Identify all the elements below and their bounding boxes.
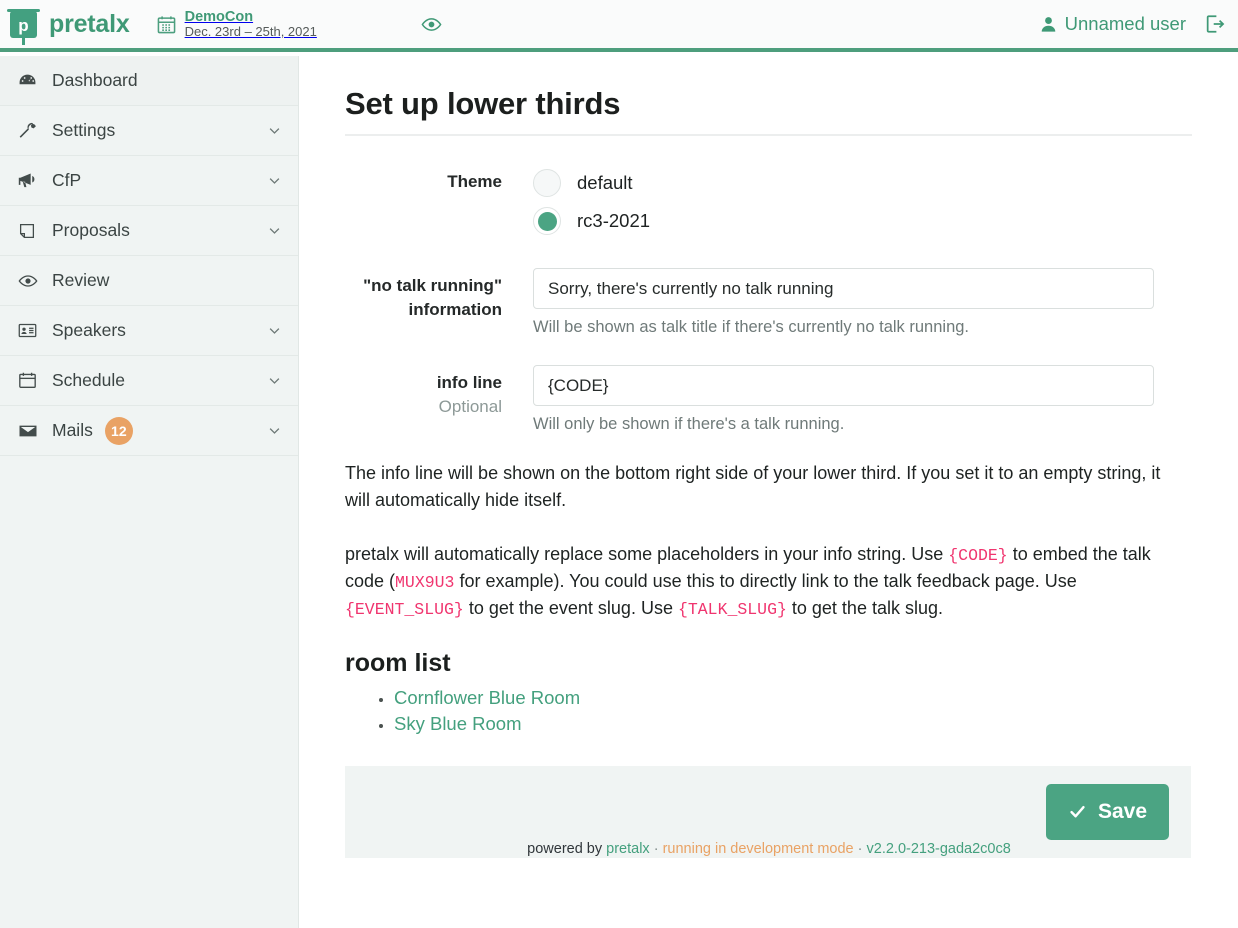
room-link[interactable]: Cornflower Blue Room	[394, 687, 580, 708]
id-card-icon	[18, 321, 42, 340]
sidebar-item-cfp[interactable]: CfP	[0, 156, 298, 206]
footer-powered-by: powered by	[527, 841, 607, 857]
radio-option-default[interactable]: default	[533, 164, 1192, 202]
info-line-help: Will only be shown if there's a talk run…	[533, 415, 845, 433]
para2-part1: pretalx will automatically replace some …	[345, 543, 949, 564]
wrench-icon	[18, 121, 42, 140]
save-button[interactable]: Save	[1045, 783, 1169, 840]
eye-icon	[18, 271, 42, 291]
document-icon	[18, 222, 42, 240]
user-area: Unnamed user	[1039, 13, 1226, 35]
calendar-icon	[18, 371, 42, 390]
sidebar-label: Dashboard	[52, 70, 138, 90]
radio-rc3-2021-input[interactable]	[533, 207, 561, 235]
theme-label: Theme	[447, 172, 502, 191]
logo-letter: p	[18, 16, 29, 35]
footer-dev-mode[interactable]: running in development mode	[663, 841, 854, 857]
brand-logo-link[interactable]: p pretalx	[7, 8, 130, 45]
para2-part4: to get the event slug. Use	[463, 598, 678, 619]
footer-version[interactable]: v2.2.0-213-gada2c0c8	[867, 841, 1011, 857]
paragraph-placeholders: pretalx will automatically replace some …	[345, 541, 1190, 623]
chevron-down-icon[interactable]	[267, 373, 282, 388]
radio-default-label: default	[577, 172, 633, 193]
radio-default-input[interactable]	[533, 169, 561, 197]
sidebar-item-schedule[interactable]: Schedule	[0, 356, 298, 406]
placeholder-talk-slug: {TALK_SLUG}	[677, 600, 787, 620]
user-icon	[1039, 15, 1058, 34]
event-dates: Dec. 23rd – 25th, 2021	[184, 23, 317, 39]
chevron-down-icon[interactable]	[267, 223, 282, 238]
sidebar-label: Schedule	[52, 370, 125, 390]
sidebar-item-mails[interactable]: Mails 12	[0, 406, 298, 456]
theme-options: default rc3-2021	[533, 164, 1192, 240]
megaphone-icon	[18, 171, 42, 190]
sidebar-item-dashboard[interactable]: Dashboard	[0, 56, 298, 106]
save-button-label: Save	[1097, 799, 1147, 823]
sidebar-label: CfP	[52, 170, 82, 190]
sidebar-label: Proposals	[52, 220, 130, 240]
room-list-title: room list	[345, 648, 451, 677]
list-item: Cornflower Blue Room	[394, 687, 1192, 709]
para2-part5: to get the talk slug.	[786, 598, 943, 619]
list-item: Sky Blue Room	[394, 713, 1192, 735]
sidebar-label: Mails	[52, 420, 93, 440]
info-line-input[interactable]	[533, 365, 1154, 406]
dashboard-icon	[18, 71, 42, 90]
footer-pretalx-link[interactable]: pretalx	[606, 841, 650, 857]
form-row-info-line: info line Optional Will only be shown if…	[345, 365, 1192, 434]
pretalx-logo-icon: p	[7, 8, 40, 45]
sidebar-label: Settings	[52, 120, 116, 140]
radio-option-rc3-2021[interactable]: rc3-2021	[533, 202, 1192, 240]
page-footer: powered by pretalx · running in developm…	[300, 841, 1238, 857]
sidebar-label: Review	[52, 270, 110, 290]
sidebar-item-proposals[interactable]: Proposals	[0, 206, 298, 256]
user-menu-link[interactable]: Unnamed user	[1039, 13, 1186, 35]
mails-unread-badge: 12	[104, 416, 133, 445]
chevron-down-icon[interactable]	[267, 173, 282, 188]
user-name: Unnamed user	[1064, 13, 1186, 34]
brand-name: pretalx	[49, 9, 130, 38]
top-header: p pretalx DemoCon Dec. 23rd – 25th, 2021	[0, 0, 1238, 52]
placeholder-code: {CODE}	[948, 545, 1008, 565]
event-name: DemoCon	[184, 8, 254, 25]
check-icon	[1068, 802, 1087, 821]
no-talk-label: "no talk running" information	[363, 276, 502, 320]
no-talk-help: Will be shown as talk title if there's c…	[533, 318, 970, 336]
sidebar: Dashboard Settings CfP Proposals Review …	[0, 56, 299, 928]
sidebar-item-settings[interactable]: Settings	[0, 106, 298, 156]
footer-sep-1: ·	[649, 841, 663, 857]
chevron-down-icon[interactable]	[267, 123, 282, 138]
calendar-icon	[157, 15, 176, 34]
footer-sep-2: ·	[853, 841, 867, 857]
chevron-down-icon[interactable]	[267, 423, 282, 438]
page-title: Set up lower thirds	[345, 86, 1192, 136]
chevron-down-icon[interactable]	[267, 323, 282, 338]
sidebar-item-speakers[interactable]: Speakers	[0, 306, 298, 356]
info-line-optional: Optional	[438, 397, 502, 417]
radio-rc3-2021-label: rc3-2021	[577, 210, 651, 231]
para2-part3: for example). You could use this to dire…	[454, 571, 1077, 592]
event-selector[interactable]: DemoCon Dec. 23rd – 25th, 2021	[157, 9, 317, 40]
sidebar-label: Speakers	[52, 320, 126, 340]
envelope-icon	[18, 421, 42, 441]
placeholder-event-slug: {EVENT_SLUG}	[345, 600, 464, 620]
no-talk-input[interactable]	[533, 268, 1154, 309]
info-line-label: info line Optional	[345, 365, 533, 434]
main-content: Set up lower thirds Theme default rc3-20…	[300, 56, 1238, 928]
form-row-theme: Theme default rc3-2021	[345, 164, 1192, 240]
sidebar-item-review[interactable]: Review	[0, 256, 298, 306]
preview-eye-icon[interactable]	[421, 14, 442, 35]
logout-icon[interactable]	[1204, 13, 1226, 35]
example-talk-code: MUX9U3	[395, 573, 455, 593]
room-link[interactable]: Sky Blue Room	[394, 713, 522, 734]
form-row-no-talk-running: "no talk running" information Will be sh…	[345, 268, 1192, 337]
room-list: Cornflower Blue Room Sky Blue Room	[345, 687, 1192, 735]
info-line-label-text: info line	[436, 373, 502, 392]
paragraph-info-line: The info line will be shown on the botto…	[345, 463, 1161, 511]
